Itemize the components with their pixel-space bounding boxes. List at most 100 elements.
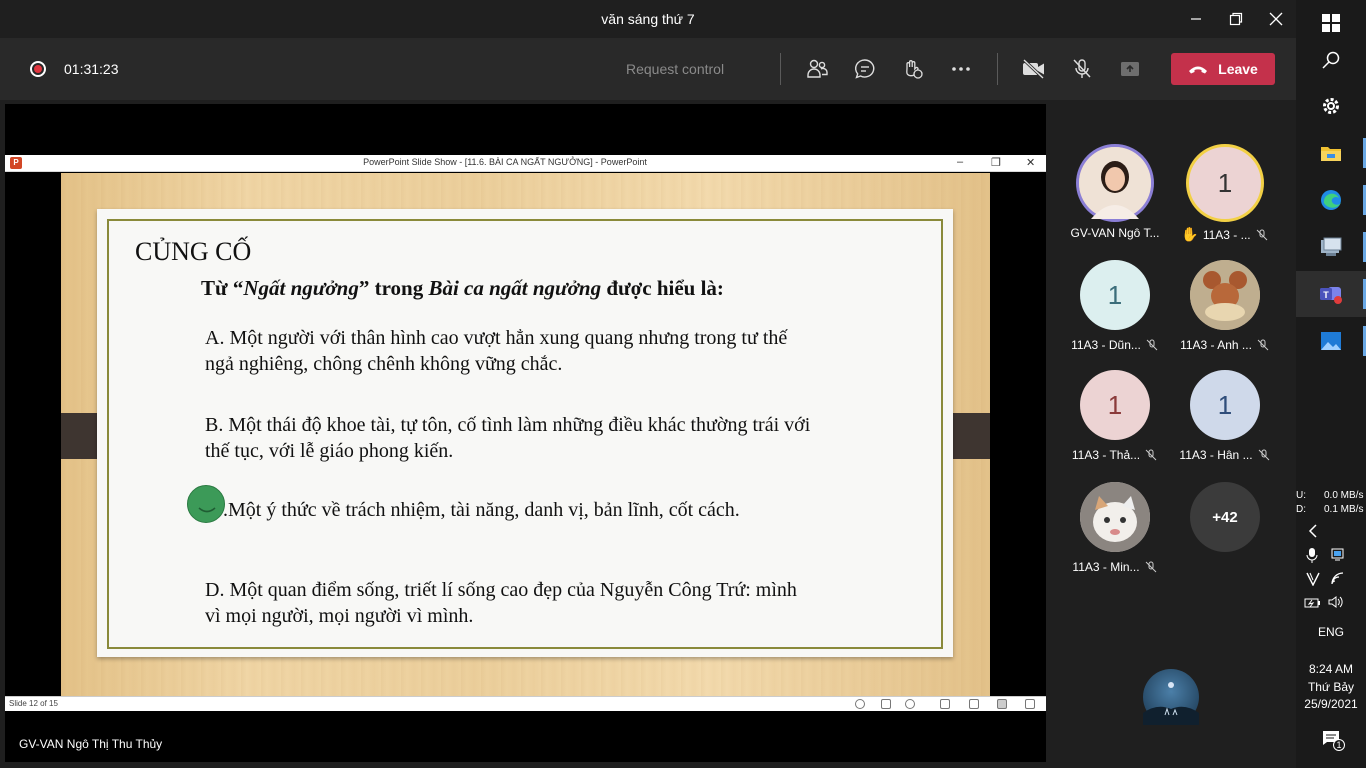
taskbar-edge[interactable]	[1296, 177, 1366, 223]
camera-off-icon	[1022, 58, 1045, 80]
taskbar-app-photos[interactable]	[1296, 224, 1366, 270]
participant-label: 11A3 - ...	[1202, 227, 1251, 242]
option-a-line-1: A. Một người với thân hình cao vượt hẳn …	[205, 327, 788, 349]
participants-gallery: GV-VAN Ngô T... 1 ✋ 11A3 - ... 1 11A3 - …	[1050, 104, 1296, 764]
slide-sorter-icon[interactable]	[969, 699, 979, 709]
pp-restore-icon[interactable]: ❐	[991, 156, 1001, 169]
question-work: Bài ca ngất ngưởng	[428, 276, 602, 300]
notes-icon[interactable]	[881, 699, 891, 709]
volume-icon[interactable]	[1328, 595, 1344, 614]
avatar	[1080, 482, 1150, 552]
self-view-avatar[interactable]	[1143, 669, 1199, 725]
vpn-tray-icon[interactable]	[1306, 572, 1320, 591]
slideshow-app-icon	[1321, 237, 1342, 256]
phone-hangup-icon	[1189, 66, 1208, 74]
minimize-button[interactable]	[1176, 0, 1216, 38]
restore-button[interactable]	[1216, 0, 1256, 38]
more-options-button[interactable]	[948, 56, 974, 82]
participant-tile[interactable]: 1 ✋ 11A3 - ...	[1170, 144, 1280, 254]
participant-tile[interactable]: 1 11A3 - Thả...	[1060, 366, 1170, 476]
pp-minimize-icon[interactable]: –	[957, 156, 963, 168]
taskbar-settings[interactable]	[1296, 83, 1366, 129]
request-control-button[interactable]: Request control	[626, 61, 724, 77]
camera-toggle-button[interactable]	[1021, 56, 1047, 82]
minimize-icon	[1191, 18, 1201, 20]
pp-close-icon[interactable]: ✕	[1026, 156, 1035, 169]
title-bar: văn sáng thứ 7	[0, 0, 1296, 38]
participant-tile[interactable]: 1 11A3 - Hân ...	[1170, 366, 1280, 476]
toolbar-divider	[780, 53, 781, 85]
participant-tile[interactable]: 11A3 - Anh ...	[1170, 256, 1280, 366]
participant-name: 11A3 - Hân ...	[1170, 448, 1280, 462]
people-button[interactable]	[804, 56, 830, 82]
participant-label: GV-VAN Ngô T...	[1070, 226, 1160, 240]
profile-photo	[1079, 147, 1151, 219]
kitten-photo	[1080, 482, 1150, 552]
people-icon	[807, 59, 828, 78]
taskbar-file-explorer[interactable]	[1296, 130, 1366, 176]
next-slide-icon[interactable]	[905, 699, 915, 709]
taskbar-photos[interactable]	[1296, 318, 1366, 364]
overflow-count: +42	[1190, 482, 1260, 552]
overflow-count-label: +42	[1212, 508, 1238, 526]
slideshow-view-icon[interactable]	[1025, 699, 1035, 709]
clock-time[interactable]: 8:24 AM	[1296, 662, 1366, 676]
powerpoint-title-bar: P PowerPoint Slide Show - [11.6. BÀI CA …	[5, 155, 1046, 172]
chevron-left-icon[interactable]	[1308, 524, 1318, 543]
normal-view-icon[interactable]	[940, 699, 950, 709]
slide-heading: CỦNG CỐ	[135, 237, 252, 266]
reactions-button[interactable]	[900, 56, 926, 82]
participant-tile[interactable]: 1 11A3 - Dũn...	[1060, 256, 1170, 366]
reading-view-icon[interactable]	[997, 699, 1007, 709]
microphone-tray-icon[interactable]	[1306, 547, 1318, 568]
avatar: 1	[1080, 260, 1150, 330]
mic-muted-icon	[1255, 228, 1269, 242]
display-tray-icon[interactable]	[1331, 548, 1344, 566]
avatar	[1190, 260, 1260, 330]
clock-date[interactable]: 25/9/2021	[1296, 697, 1366, 711]
leave-button[interactable]: Leave	[1171, 53, 1275, 85]
participant-tile[interactable]: 11A3 - Min...	[1060, 478, 1170, 588]
avatar-initial: 1	[1107, 389, 1123, 420]
presenter-name: GV-VAN Ngô Thị Thu Thủy	[19, 737, 163, 751]
upload-speed: 0.0 MB/s	[1324, 490, 1364, 501]
participant-label: 11A3 - Dũn...	[1071, 338, 1141, 352]
participant-label: 11A3 - Thả...	[1071, 448, 1141, 462]
notifications-button[interactable]: 1	[1322, 730, 1346, 752]
battery-charging-icon[interactable]	[1304, 596, 1322, 614]
restore-icon	[1229, 12, 1243, 26]
input-language[interactable]: ENG	[1296, 625, 1366, 639]
screen: văn sáng thứ 7 01:31:23 Request control	[0, 0, 1366, 768]
more-participants-tile[interactable]: +42	[1170, 478, 1280, 588]
previous-slide-icon[interactable]	[855, 699, 865, 709]
participant-tile[interactable]: GV-VAN Ngô T...	[1060, 144, 1170, 254]
search-button[interactable]	[1296, 37, 1366, 83]
participant-name: 11A3 - Thả...	[1060, 448, 1170, 462]
participant-name: ✋ 11A3 - ...	[1170, 226, 1280, 243]
participant-label: 11A3 - Min...	[1072, 560, 1140, 574]
avatar: 1	[1080, 370, 1150, 440]
taskbar-teams[interactable]: T	[1296, 271, 1366, 317]
leave-label: Leave	[1218, 61, 1258, 77]
option-b-line-1: B. Một thái độ khoe tài, tự tôn, cố tình…	[205, 414, 811, 436]
option-c-line-1: .Một ý thức về trách nhiệm, tài năng, da…	[223, 499, 740, 521]
close-button[interactable]	[1256, 0, 1296, 38]
mic-muted-icon	[1144, 448, 1158, 462]
mic-toggle-button[interactable]	[1069, 56, 1095, 82]
chat-icon	[854, 59, 875, 79]
window-title: văn sáng thứ 7	[601, 11, 695, 27]
slide-counter: Slide 12 of 15	[9, 699, 58, 708]
chat-button[interactable]	[852, 56, 878, 82]
participant-name: GV-VAN Ngô T...	[1060, 226, 1170, 240]
option-b: B. Một thái độ khoe tài, tự tôn, cố tình…	[205, 412, 810, 464]
share-tray-button[interactable]	[1117, 56, 1143, 82]
wifi-icon[interactable]	[1330, 572, 1344, 591]
teams-window: văn sáng thứ 7 01:31:23 Request control	[0, 0, 1296, 768]
reactions-icon	[906, 60, 923, 79]
recording-icon	[30, 61, 46, 77]
clock-day[interactable]: Thứ Bảy	[1296, 680, 1366, 694]
option-c: .Một ý thức về trách nhiệm, tài năng, da…	[223, 497, 740, 523]
powerpoint-title: PowerPoint Slide Show - [11.6. BÀI CA NG…	[363, 157, 647, 167]
search-icon	[1322, 51, 1340, 69]
toolbar-divider	[997, 53, 998, 85]
